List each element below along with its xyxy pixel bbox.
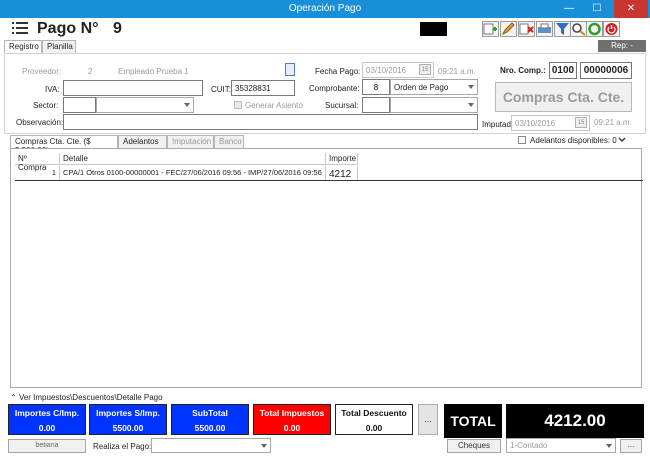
minimize-button[interactable]: — bbox=[556, 0, 582, 18]
col-header-importe[interactable]: Importe bbox=[326, 153, 358, 165]
nro-comp-label: Nro. Comp.: bbox=[500, 66, 546, 75]
adelantos-checkbox[interactable] bbox=[518, 136, 526, 144]
total-impuestos-label: Total Impuestos bbox=[259, 408, 325, 418]
edit-icon[interactable] bbox=[500, 21, 517, 37]
nro-comp-pv: 0100 bbox=[549, 62, 577, 79]
add-icon[interactable] bbox=[482, 21, 499, 37]
proveedor-label: Proveedor: bbox=[22, 67, 62, 76]
power-icon[interactable] bbox=[603, 21, 620, 37]
comprobante-code[interactable]: 8 bbox=[362, 79, 390, 95]
realiza-pago-label: Realiza el Pago: bbox=[93, 442, 152, 451]
total-descuento-value: 0.00 bbox=[365, 423, 383, 433]
proveedor-code: 2 bbox=[88, 67, 93, 76]
tab-adelantos[interactable]: Adelantos bbox=[118, 135, 167, 148]
menu-icon[interactable] bbox=[12, 22, 28, 34]
sucursal-label: Sucursal: bbox=[325, 101, 359, 110]
rep-badge: Rep: - bbox=[598, 40, 646, 52]
col-header-nro-compra[interactable]: Nº Compra bbox=[15, 153, 60, 172]
print-icon[interactable] bbox=[536, 21, 553, 37]
cheques-button[interactable]: Cheques bbox=[447, 439, 501, 453]
compras-table-area: Nº Compra Detalle Importe 1 CPA/1 Otros … bbox=[10, 148, 643, 388]
maximize-button[interactable]: ☐ bbox=[584, 0, 610, 18]
iva-field[interactable] bbox=[63, 80, 203, 96]
tab-compras-cta-cte[interactable]: Compras Cta. Cte. ($ 5,500.00) bbox=[10, 135, 118, 155]
subtotal-label: SubTotal bbox=[192, 408, 228, 418]
fecha-pago-time: 09:21 a.m. bbox=[438, 67, 476, 76]
comprobante-value: Orden de Pago bbox=[394, 83, 449, 92]
tab-registro[interactable]: Registro bbox=[4, 40, 42, 54]
page-title: Pago N° bbox=[37, 20, 99, 37]
importes-c-imp-box: Importes C/Imp. 0.00 bbox=[8, 404, 86, 435]
close-button[interactable]: ✕ bbox=[614, 0, 648, 18]
chevron-down-icon[interactable] bbox=[618, 136, 626, 144]
sucursal-dropdown[interactable] bbox=[390, 97, 478, 113]
total-descuento-box: Total Descuento 0.00 bbox=[335, 404, 413, 435]
imputado-date: 03/10/2016 bbox=[515, 119, 556, 128]
table-cell-importe[interactable]: 4212 bbox=[326, 166, 358, 180]
contado-dropdown[interactable]: 1-Contado bbox=[506, 438, 616, 453]
col-header-detalle[interactable]: Detalle bbox=[60, 153, 326, 165]
chevron-up-icon: ⌃ bbox=[10, 393, 19, 402]
proveedor-name: Empleado Prueba 1 bbox=[118, 67, 189, 76]
total-label: TOTAL bbox=[444, 404, 502, 438]
fecha-pago-label: Fecha Pago: bbox=[315, 67, 361, 76]
realiza-pago-dropdown[interactable] bbox=[151, 438, 271, 453]
comprobante-dropdown[interactable]: Orden de Pago bbox=[390, 79, 478, 95]
observacion-field[interactable] bbox=[63, 114, 478, 130]
descuento-more-button[interactable]: ... bbox=[418, 404, 438, 435]
row-divider bbox=[15, 180, 643, 181]
importes-c-imp-value: 0.00 bbox=[38, 423, 56, 433]
total-value: 4212.00 bbox=[506, 404, 644, 438]
observacion-label: Observación: bbox=[16, 118, 64, 127]
sector-code-field[interactable] bbox=[63, 97, 96, 113]
pago-number: 9 bbox=[113, 20, 122, 37]
adelantos-label: Adelantos disponibles: 0 bbox=[530, 136, 617, 145]
importes-s-imp-value: 5500.00 bbox=[112, 423, 144, 433]
cuit-field[interactable]: 35328831 bbox=[231, 80, 295, 96]
table-cell-num[interactable]: 1 bbox=[15, 166, 60, 180]
contado-value: 1-Contado bbox=[510, 441, 548, 450]
tab-imputacion[interactable]: Imputación bbox=[167, 135, 214, 148]
ver-impuestos-label: Ver Impuestos\Descuentos\Detalle Pago bbox=[18, 393, 163, 402]
window-title: Operación Pago bbox=[288, 3, 362, 14]
comprobante-label: Comprobante: bbox=[309, 84, 360, 93]
betiana-button[interactable]: betiana bbox=[8, 439, 86, 453]
subtotal-value: 5500.00 bbox=[194, 423, 226, 433]
sector-label: Sector: bbox=[33, 101, 59, 110]
subtotal-box: SubTotal 5500.00 bbox=[171, 404, 249, 435]
proveedor-lookup-icon[interactable] bbox=[285, 63, 295, 76]
iva-label: IVA: bbox=[45, 85, 60, 94]
black-indicator bbox=[420, 22, 447, 36]
title-bar: Operación Pago — ☐ ✕ bbox=[0, 0, 650, 18]
sector-dropdown[interactable] bbox=[96, 97, 194, 113]
generar-asiento-checkbox[interactable] bbox=[234, 101, 242, 109]
compras-cta-cte-button[interactable]: Compras Cta. Cte. bbox=[495, 82, 632, 112]
total-impuestos-value: 0.00 bbox=[283, 423, 301, 433]
cuit-label: CUIT: bbox=[211, 85, 231, 94]
generar-asiento-label: Generar Asiento bbox=[245, 101, 303, 110]
total-impuestos-box: Total Impuestos 0.00 bbox=[253, 404, 331, 435]
refresh-icon[interactable] bbox=[586, 21, 603, 37]
imputado-time: 09:21 a.m. bbox=[594, 118, 632, 127]
importes-s-imp-label: Importes S/Imp. bbox=[96, 408, 160, 418]
footer-more-button[interactable]: ... bbox=[620, 439, 642, 453]
table-cell-detalle[interactable]: CPA/1 Otros 0100-00000001 - FEC/27/06/20… bbox=[60, 166, 326, 180]
total-descuento-label: Total Descuento bbox=[341, 408, 407, 418]
imputado-calendar-icon[interactable]: 15 bbox=[575, 117, 587, 128]
filter-icon[interactable] bbox=[554, 21, 571, 37]
importes-c-imp-label: Importes C/Imp. bbox=[14, 408, 80, 418]
delete-icon[interactable] bbox=[518, 21, 535, 37]
calendar-icon[interactable]: 15 bbox=[419, 64, 431, 75]
tab-banco[interactable]: Banco bbox=[214, 135, 244, 148]
nro-comp-num: 00000006 bbox=[580, 62, 632, 79]
sucursal-code-field[interactable] bbox=[362, 97, 390, 113]
tab-planilla[interactable]: Planilla bbox=[42, 40, 76, 53]
importes-s-imp-box: Importes S/Imp. 5500.00 bbox=[89, 404, 167, 435]
search-icon[interactable] bbox=[570, 21, 587, 37]
fecha-pago-date: 03/10/2016 bbox=[366, 66, 407, 75]
ver-impuestos-toggle[interactable]: ⌃ Ver Impuestos\Descuentos\Detalle Pago bbox=[10, 393, 163, 402]
